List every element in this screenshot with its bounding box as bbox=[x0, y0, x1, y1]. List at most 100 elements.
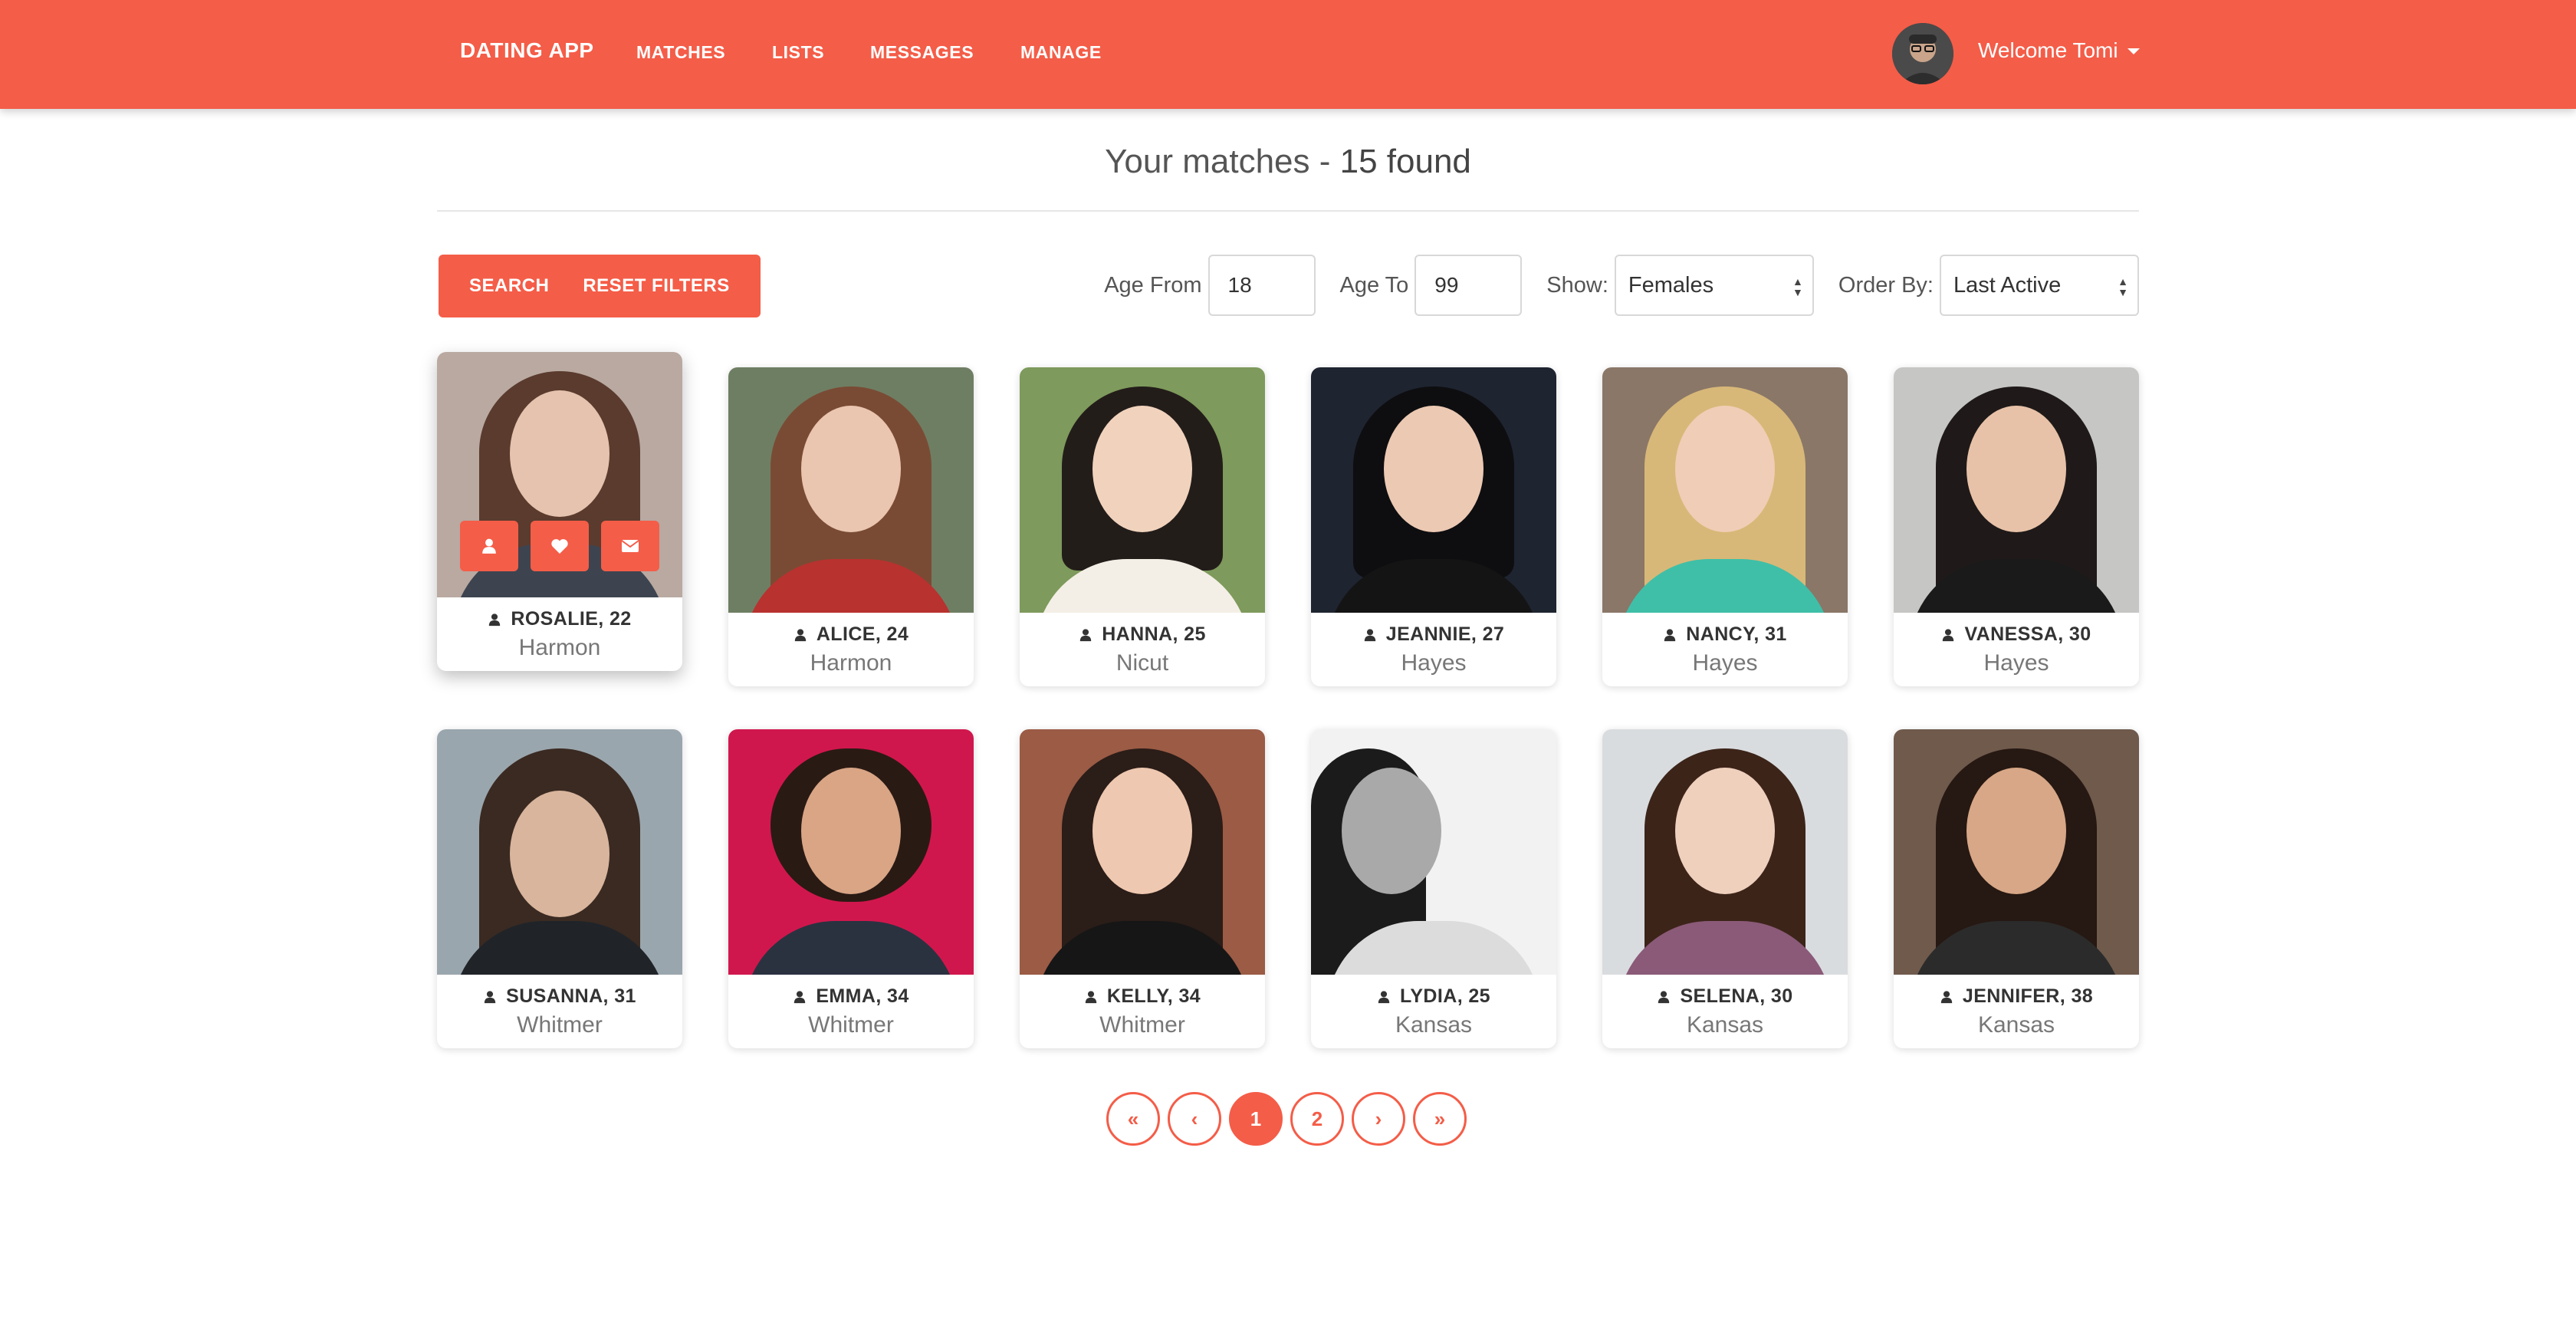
page-2-button[interactable]: 2 bbox=[1290, 1092, 1344, 1146]
envelope-icon bbox=[621, 540, 639, 552]
user-icon bbox=[1364, 628, 1375, 641]
search-button[interactable]: SEARCH bbox=[439, 255, 580, 317]
member-city: Whitmer bbox=[517, 1012, 603, 1038]
user-icon bbox=[794, 990, 806, 1003]
member-name[interactable]: NANCY, 31 bbox=[1686, 623, 1786, 646]
member-card[interactable]: EMMA, 34 Whitmer bbox=[728, 729, 974, 1048]
member-name-row: SELENA, 30 bbox=[1602, 985, 1848, 1008]
nav-lists[interactable]: LISTS bbox=[772, 42, 824, 63]
user-icon bbox=[489, 613, 501, 626]
user-icon bbox=[1940, 990, 1953, 1003]
pagination: « ‹ 1 2 › » bbox=[1106, 1092, 1467, 1146]
user-menu[interactable]: Welcome Tomi bbox=[1978, 38, 2140, 63]
card-body: ROSALIE, 22 Harmon bbox=[437, 597, 682, 671]
user-icon bbox=[1943, 628, 1954, 641]
last-page-button[interactable]: » bbox=[1413, 1092, 1467, 1146]
member-card[interactable]: LYDIA, 25 Kansas bbox=[1311, 729, 1556, 1048]
order-by-label: Order By: bbox=[1838, 272, 1934, 298]
next-page-button[interactable]: › bbox=[1352, 1092, 1405, 1146]
member-photo bbox=[1020, 367, 1265, 613]
member-card[interactable]: SUSANNA, 31 Whitmer bbox=[437, 729, 682, 1048]
member-name-row: EMMA, 34 bbox=[728, 985, 974, 1008]
gender-select[interactable]: Females ▲ ▼ bbox=[1614, 255, 1814, 316]
member-card[interactable]: JEANNIE, 27 Hayes bbox=[1311, 367, 1556, 686]
member-city: Kansas bbox=[1977, 1012, 2055, 1038]
member-name[interactable]: JEANNIE, 27 bbox=[1386, 623, 1504, 646]
member-name[interactable]: HANNA, 25 bbox=[1102, 623, 1206, 646]
age-from-input[interactable]: 18 bbox=[1208, 255, 1316, 316]
member-name[interactable]: SELENA, 30 bbox=[1680, 985, 1792, 1008]
member-name-row: JENNIFER, 38 bbox=[1894, 985, 2139, 1008]
navbar: DATING APP MATCHES LISTS MESSAGES MANAGE… bbox=[0, 0, 2576, 109]
prev-page-button[interactable]: ‹ bbox=[1168, 1092, 1221, 1146]
card-body: VANESSA, 30 Hayes bbox=[1894, 613, 2139, 686]
reset-filters-button[interactable]: RESET FILTERS bbox=[580, 255, 760, 317]
order-by-select[interactable]: Last Active ▲ ▼ bbox=[1940, 255, 2139, 316]
view-profile-button[interactable] bbox=[460, 521, 518, 571]
member-name[interactable]: KELLY, 34 bbox=[1107, 985, 1201, 1008]
brand-link[interactable]: DATING APP bbox=[460, 38, 594, 63]
member-card[interactable]: NANCY, 31 Hayes bbox=[1602, 367, 1848, 686]
member-name[interactable]: ROSALIE, 22 bbox=[511, 608, 631, 630]
member-photo bbox=[437, 729, 682, 975]
card-body: KELLY, 34 Whitmer bbox=[1020, 975, 1265, 1048]
user-icon bbox=[794, 628, 807, 641]
member-photo bbox=[1894, 367, 2139, 613]
member-name[interactable]: JENNIFER, 38 bbox=[1963, 985, 2093, 1008]
member-card[interactable]: KELLY, 34 Whitmer bbox=[1020, 729, 1265, 1048]
member-photo bbox=[728, 367, 974, 613]
member-photo bbox=[728, 729, 974, 975]
member-city: Hayes bbox=[1692, 650, 1758, 676]
member-photo bbox=[1602, 729, 1848, 975]
select-arrows-icon: ▲ ▼ bbox=[1792, 275, 1803, 298]
member-card[interactable]: SELENA, 30 Kansas bbox=[1602, 729, 1848, 1048]
member-city: Whitmer bbox=[1099, 1012, 1185, 1038]
heart-icon bbox=[551, 539, 568, 554]
message-button[interactable] bbox=[601, 521, 659, 571]
member-name[interactable]: EMMA, 34 bbox=[816, 985, 909, 1008]
member-card[interactable]: HANNA, 25 Nicut bbox=[1020, 367, 1265, 686]
caret-down-icon bbox=[2127, 48, 2140, 54]
card-body: HANNA, 25 Nicut bbox=[1020, 613, 1265, 686]
member-city: Harmon bbox=[518, 635, 601, 660]
card-body: JENNIFER, 38 Kansas bbox=[1894, 975, 2139, 1048]
member-card[interactable]: ALICE, 24 Harmon bbox=[728, 367, 974, 686]
member-city: Harmon bbox=[810, 650, 892, 676]
member-name-row: JEANNIE, 27 bbox=[1311, 623, 1556, 646]
member-name-row: ALICE, 24 bbox=[728, 623, 974, 646]
nav-messages[interactable]: MESSAGES bbox=[870, 42, 974, 63]
member-card[interactable]: VANESSA, 30 Hayes bbox=[1894, 367, 2139, 686]
avatar[interactable] bbox=[1892, 23, 1953, 84]
card-body: ALICE, 24 Harmon bbox=[728, 613, 974, 686]
first-page-button[interactable]: « bbox=[1106, 1092, 1160, 1146]
member-card[interactable]: ROSALIE, 22 Harmon bbox=[437, 352, 682, 671]
member-city: Kansas bbox=[1686, 1012, 1764, 1038]
card-body: NANCY, 31 Hayes bbox=[1602, 613, 1848, 686]
welcome-text: Welcome Tomi bbox=[1978, 38, 2118, 62]
member-name-row: VANESSA, 30 bbox=[1894, 623, 2139, 646]
title-prefix: Your matches - bbox=[1105, 143, 1340, 180]
user-icon bbox=[1378, 990, 1390, 1003]
member-city: Hayes bbox=[1983, 650, 2049, 676]
member-name[interactable]: SUSANNA, 31 bbox=[506, 985, 636, 1008]
member-name-row: SUSANNA, 31 bbox=[437, 985, 682, 1008]
member-photo bbox=[1311, 729, 1556, 975]
avatar-photo bbox=[1892, 23, 1953, 84]
member-city: Whitmer bbox=[808, 1012, 894, 1038]
nav-manage[interactable]: MANAGE bbox=[1020, 42, 1102, 63]
member-name[interactable]: ALICE, 24 bbox=[816, 623, 909, 646]
filter-button-group: SEARCH RESET FILTERS bbox=[439, 255, 761, 317]
page-1-button[interactable]: 1 bbox=[1229, 1092, 1283, 1146]
filter-form: Age From 18 Age To 99 Show: Females ▲ ▼ O… bbox=[1104, 255, 2139, 316]
member-name-row: KELLY, 34 bbox=[1020, 985, 1265, 1008]
card-body: SELENA, 30 Kansas bbox=[1602, 975, 1848, 1048]
age-to-input[interactable]: 99 bbox=[1414, 255, 1523, 316]
nav-matches[interactable]: MATCHES bbox=[636, 42, 725, 63]
user-icon bbox=[482, 538, 496, 554]
member-card[interactable]: JENNIFER, 38 Kansas bbox=[1894, 729, 2139, 1048]
user-icon bbox=[1664, 628, 1676, 641]
member-name[interactable]: VANESSA, 30 bbox=[1964, 623, 2091, 646]
member-name[interactable]: LYDIA, 25 bbox=[1400, 985, 1490, 1008]
member-city: Nicut bbox=[1116, 650, 1169, 676]
like-button[interactable] bbox=[531, 521, 589, 571]
